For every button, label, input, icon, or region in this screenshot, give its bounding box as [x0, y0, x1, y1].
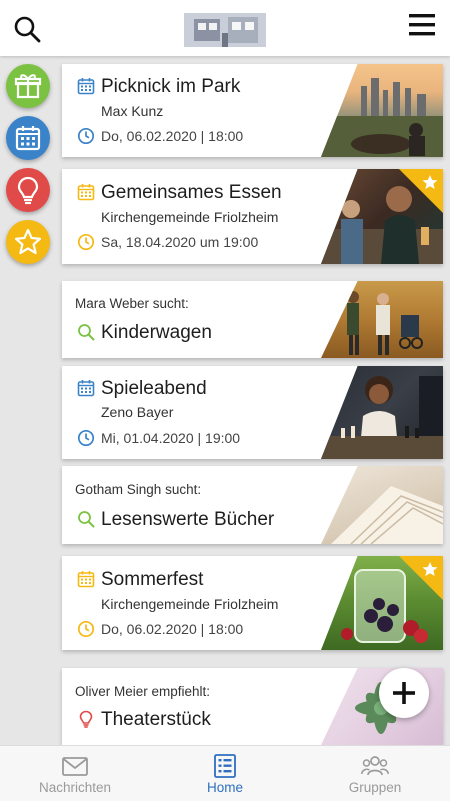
event-image: [321, 366, 443, 459]
calendar-icon: [77, 184, 95, 201]
search-author: Mara Weber sucht:: [75, 296, 189, 311]
search-icon: [78, 511, 95, 528]
hamburger-menu-icon[interactable]: [408, 12, 436, 38]
nav-label: Home: [206, 780, 243, 795]
home-list-icon: [214, 754, 236, 778]
star-icon: [14, 228, 42, 255]
event-title: Gemeinsames Essen: [101, 182, 282, 203]
event-organizer: Kirchengemeinde Friolzheim: [101, 596, 279, 612]
calendar-icon: [15, 126, 41, 151]
clock-icon: [77, 429, 95, 447]
clock-icon: [77, 233, 95, 251]
search-verb: sucht:: [161, 482, 202, 497]
author-name: Oliver Meier: [75, 684, 148, 699]
event-organizer: Max Kunz: [101, 103, 164, 119]
search-title: Lesenswerte Bücher: [101, 509, 275, 530]
search-card[interactable]: Gotham Singh sucht: Lesenswerte Bücher: [62, 466, 443, 544]
nav-groups[interactable]: Gruppen: [300, 746, 450, 801]
favorite-star-icon[interactable]: [399, 556, 443, 600]
search-author: Gotham Singh sucht:: [75, 482, 201, 497]
recommendation-title: Theaterstück: [101, 709, 211, 730]
app-logo: [184, 13, 266, 47]
gift-icon: [14, 74, 42, 99]
calendar-icon: [77, 571, 95, 588]
bottom-navigation: Nachrichten Home Gruppen: [0, 745, 450, 801]
recommend-verb: empfiehlt:: [147, 684, 211, 699]
search-image: [321, 281, 443, 358]
event-title: Sommerfest: [101, 569, 204, 590]
add-button[interactable]: [379, 668, 429, 718]
rail-gift-button[interactable]: [6, 64, 50, 108]
top-bar: [0, 0, 450, 56]
mail-icon: [62, 757, 88, 776]
search-card[interactable]: Mara Weber sucht: Kinderwagen: [62, 281, 443, 358]
event-title: Spieleabend: [101, 378, 207, 399]
event-card[interactable]: Spieleabend Zeno Bayer Mi, 01.04.2020 | …: [62, 366, 443, 459]
event-card[interactable]: Gemeinsames Essen Kirchengemeinde Friolz…: [62, 169, 443, 264]
event-date: Mi, 01.04.2020 | 19:00: [101, 430, 241, 446]
event-date: Sa, 18.04.2020 um 19:00: [101, 234, 259, 250]
rail-calendar-button[interactable]: [6, 116, 50, 160]
lightbulb-icon: [79, 710, 93, 728]
nav-messages[interactable]: Nachrichten: [0, 746, 150, 801]
author-name: Mara Weber: [75, 296, 150, 311]
search-image: [321, 466, 443, 544]
recommendation-author: Oliver Meier empfiehlt:: [75, 684, 210, 699]
nav-label: Gruppen: [348, 780, 402, 795]
event-title: Picknick im Park: [101, 76, 241, 97]
nav-home[interactable]: Home: [150, 746, 300, 801]
lightbulb-icon: [17, 176, 39, 205]
search-icon[interactable]: [12, 14, 42, 44]
rail-favorites-button[interactable]: [6, 220, 50, 264]
event-card[interactable]: Sommerfest Kirchengemeinde Friolzheim Do…: [62, 556, 443, 650]
event-organizer: Zeno Bayer: [101, 404, 174, 420]
event-image: [321, 64, 443, 157]
nav-label: Nachrichten: [38, 780, 112, 795]
event-date: Do, 06.02.2020 | 18:00: [101, 128, 244, 144]
favorite-star-icon[interactable]: [399, 169, 443, 213]
author-name: Gotham Singh: [75, 482, 162, 497]
search-icon: [78, 324, 95, 341]
groups-icon: [361, 756, 389, 776]
search-verb: sucht:: [149, 296, 189, 311]
search-title: Kinderwagen: [101, 322, 212, 343]
rail-idea-button[interactable]: [6, 168, 50, 212]
event-date: Do, 06.02.2020 | 18:00: [101, 621, 244, 637]
clock-icon: [77, 127, 95, 145]
event-card[interactable]: Picknick im Park Max Kunz Do, 06.02.2020…: [62, 64, 443, 157]
calendar-icon: [77, 78, 95, 95]
plus-icon: [393, 682, 415, 704]
event-organizer: Kirchengemeinde Friolzheim: [101, 209, 279, 225]
clock-icon: [77, 620, 95, 638]
calendar-icon: [77, 380, 95, 397]
